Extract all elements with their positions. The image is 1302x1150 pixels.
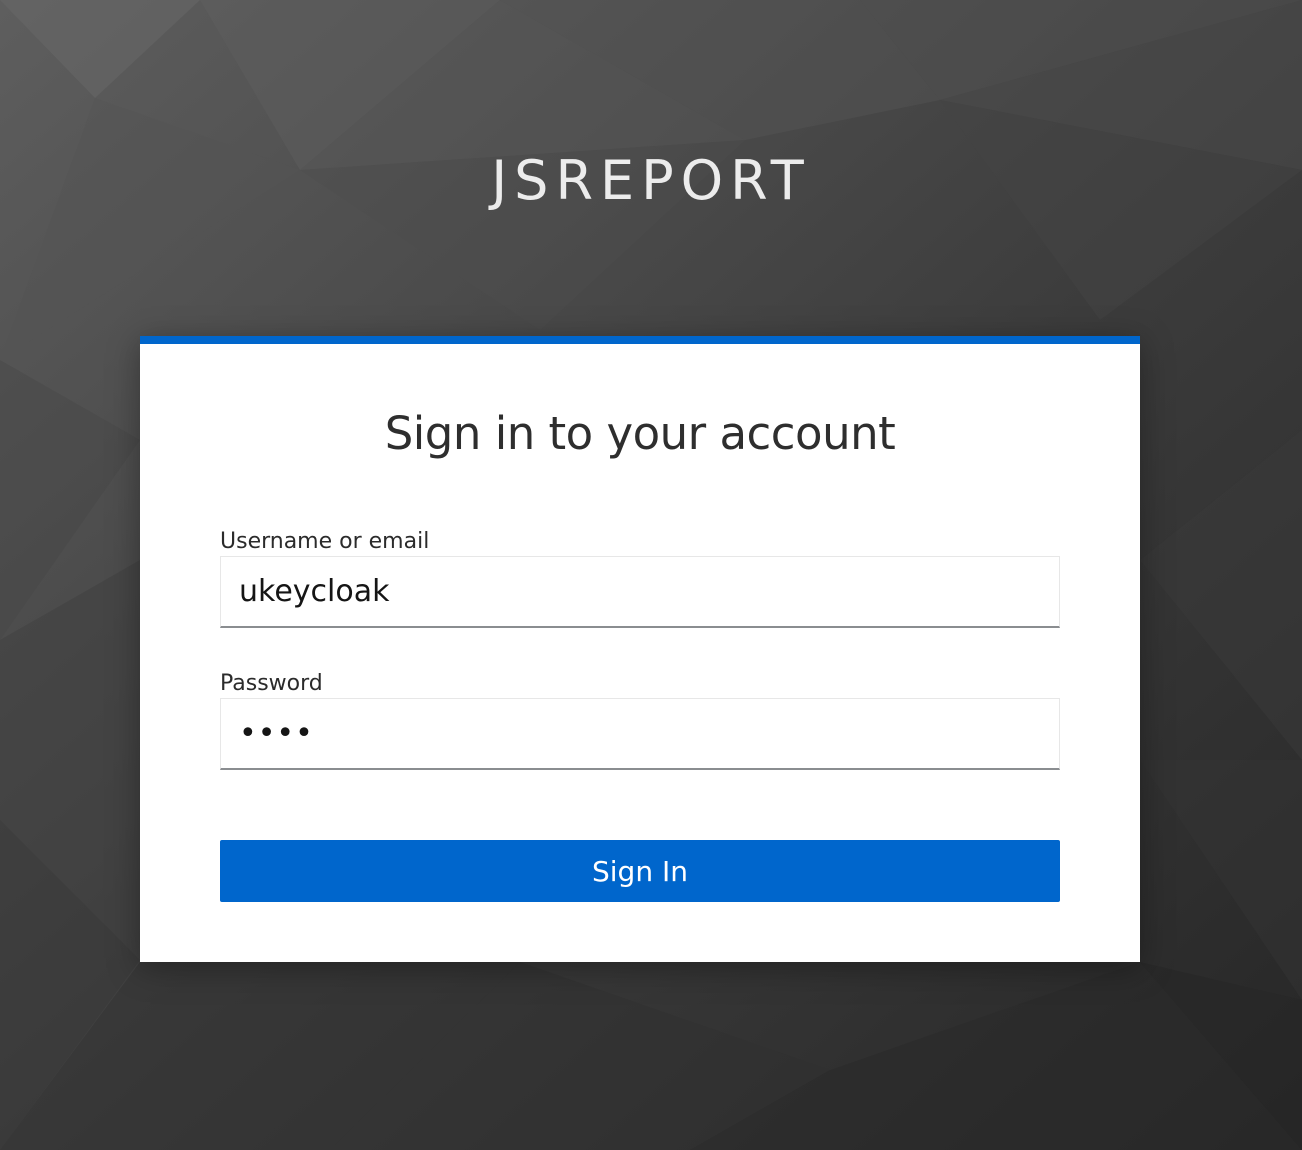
page-title: Sign in to your account	[384, 407, 896, 460]
username-label: Username or email	[220, 529, 430, 554]
username-field[interactable]	[220, 556, 1060, 628]
password-field[interactable]	[220, 698, 1060, 770]
password-label: Password	[220, 671, 323, 696]
login-card: Sign in to your account Username or emai…	[140, 336, 1140, 962]
realm-title: JSREPORT	[491, 149, 811, 212]
sign-in-button[interactable]: Sign In	[220, 840, 1060, 902]
